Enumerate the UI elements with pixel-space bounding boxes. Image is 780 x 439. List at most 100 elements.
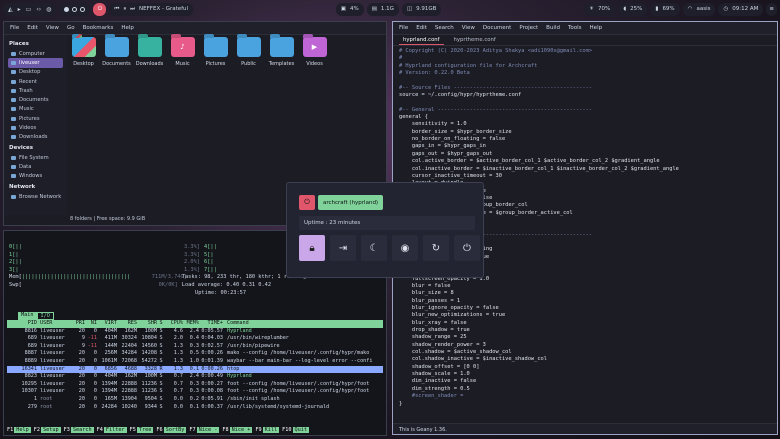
music-player[interactable]: ⏮ ⏸ ⏭ NEFFEX - Grateful xyxy=(109,2,194,16)
fkey-label-filter[interactable]: Filter xyxy=(103,427,127,433)
fkey-label-setup[interactable]: Setup xyxy=(41,427,61,433)
fkey-label-tree[interactable]: Tree xyxy=(136,427,154,433)
menu-item-view[interactable]: View xyxy=(462,25,475,31)
previous-icon[interactable]: ⏮ xyxy=(114,6,119,13)
lock-button[interactable]: 🔒︎ xyxy=(299,235,325,261)
column-header-pid[interactable]: PID xyxy=(7,320,37,328)
column-header-s[interactable]: S xyxy=(157,320,165,328)
fkey-f8[interactable]: F8 xyxy=(222,427,230,433)
browser-icon[interactable]: ◍ xyxy=(46,6,51,13)
sidebar-item-videos[interactable]: Videos xyxy=(8,123,63,132)
column-header-pri[interactable]: PRI xyxy=(71,320,85,328)
workspace-dot[interactable] xyxy=(80,6,86,12)
fkey-f6[interactable]: F6 xyxy=(156,427,164,433)
menu-item-help[interactable]: Help xyxy=(121,25,134,31)
workspace-dot-active[interactable] xyxy=(64,6,70,12)
column-header-user[interactable]: USER xyxy=(37,320,71,328)
clock-widget[interactable]: ◷ 09:12 AM xyxy=(718,2,764,16)
fkey-label-nice[interactable]: Nice + xyxy=(229,427,253,433)
fkey-f10[interactable]: F10 xyxy=(282,427,293,433)
fkey-f5[interactable]: F5 xyxy=(129,427,137,433)
folder-desktop[interactable]: Desktop xyxy=(70,37,97,67)
process-row[interactable]: 10307 liveuser 20 0 1394M 22888 11236 S 0.7 0.3 0:… xyxy=(7,388,383,396)
menu-item-bookmarks[interactable]: Bookmarks xyxy=(83,25,114,31)
sidebar-item-windows[interactable]: Windows xyxy=(8,172,63,181)
sidebar-item-file-system[interactable]: File System xyxy=(8,153,63,162)
suspend-button[interactable]: ☾ xyxy=(361,235,387,261)
code-icon[interactable]: ‹› xyxy=(36,6,41,13)
sidebar-item-documents[interactable]: Documents xyxy=(8,95,63,104)
fkey-label-search[interactable]: Search xyxy=(70,427,94,433)
column-header-shr[interactable]: SHR xyxy=(137,320,157,328)
sidebar-item-music[interactable]: Music xyxy=(8,105,63,114)
menu-item-file[interactable]: File xyxy=(10,25,19,31)
process-row[interactable]: 8887 liveuser 20 0 256M 34284 14208 S 1.3 0.5 0:00… xyxy=(7,350,383,358)
menu-item-document[interactable]: Document xyxy=(483,25,512,31)
volume-widget[interactable]: ◖ 25% xyxy=(618,2,648,16)
sidebar-item-data[interactable]: Data xyxy=(8,162,63,171)
menu-item-project[interactable]: Project xyxy=(519,25,538,31)
next-icon[interactable]: ⏭ xyxy=(130,6,135,13)
folder-pictures[interactable]: Pictures xyxy=(202,37,229,67)
brightness-widget[interactable]: ☀ 70% xyxy=(584,2,616,16)
workspaces[interactable] xyxy=(59,2,91,16)
reboot-button[interactable]: ↻ xyxy=(423,235,449,261)
sidebar-item-downloads[interactable]: Downloads xyxy=(8,133,63,142)
sidebar-item-recent[interactable]: Recent xyxy=(8,77,63,86)
workspace-dot[interactable] xyxy=(72,6,78,12)
folder-downloads[interactable]: Downloads xyxy=(136,37,163,67)
fkey-label-help[interactable]: Help xyxy=(14,427,31,433)
wifi-widget[interactable]: ◠ aasis xyxy=(682,2,716,16)
process-row[interactable]: 16341 liveuser 20 0 6856 4688 3328 R 1.3 0.1 0:00.… xyxy=(7,365,383,374)
process-row[interactable]: 8823 liveuser 20 0 404M 162M 100M S 0.7 2.4 0:00.4… xyxy=(7,373,383,381)
arch-icon[interactable]: ◭ xyxy=(8,6,13,13)
menu-item-view[interactable]: View xyxy=(46,25,59,31)
logout-button[interactable]: ⇥ xyxy=(330,235,356,261)
htop-tabs[interactable]: Main I/O xyxy=(18,312,54,320)
menu-item-file[interactable]: File xyxy=(399,25,408,31)
process-row[interactable]: 8816 liveuser 20 0 404M 162M 100M S 4.6 2.4 0:05.5… xyxy=(7,328,383,336)
fkey-f7[interactable]: F7 xyxy=(189,427,197,433)
process-row[interactable]: 689 liveuser 9 -11 411M 30324 10804 S 2.0 0.4 0:04… xyxy=(7,335,383,343)
sidebar-item-desktop[interactable]: Desktop xyxy=(8,68,63,77)
htop-function-keys[interactable]: F1 Help F2 Setup F3 Search F4 Filter F5 Tree F6 Sor… xyxy=(7,427,312,433)
fkey-f3[interactable]: F3 xyxy=(63,427,71,433)
fkey-f9[interactable]: F9 xyxy=(255,427,263,433)
htop-tab-main[interactable]: Main xyxy=(18,312,37,320)
sidebar-item-computer[interactable]: Computer xyxy=(8,49,63,58)
menu-item-help[interactable]: Help xyxy=(590,25,603,31)
pause-icon[interactable]: ⏸ xyxy=(123,6,126,13)
column-header-virt[interactable]: VIRT xyxy=(97,320,117,328)
fkey-f2[interactable]: F2 xyxy=(33,427,41,433)
column-header-res[interactable]: RES xyxy=(117,320,137,328)
workspace-launcher[interactable]: ◭ ▸ ▭ ‹› ◍ xyxy=(3,2,57,16)
fkey-f4[interactable]: F4 xyxy=(96,427,104,433)
fkey-label-kill[interactable]: Kill xyxy=(262,427,280,433)
sidebar-item-trash[interactable]: Trash xyxy=(8,86,63,95)
menu-item-build[interactable]: Build xyxy=(546,25,560,31)
folder-templates[interactable]: Templates xyxy=(268,37,295,67)
process-table[interactable]: PID USER PRI NI VIRT RES SHR S CPU% MEM% TIME+ Comm… xyxy=(7,320,383,411)
process-row[interactable]: 279 root 20 0 24284 10240 9344 S 0.0 0.1 0:00.37/u… xyxy=(7,404,383,412)
process-row[interactable]: 689 liveuser 9 -11 144M 22404 14560 S 1.3 0.3 0:02… xyxy=(7,343,383,351)
fkey-label-quit[interactable]: Quit xyxy=(292,427,309,433)
sidebar-item-browse-network[interactable]: Browse Network xyxy=(8,192,63,201)
column-header-cpu[interactable]: CPU% xyxy=(165,320,183,328)
menu-item-tools[interactable]: Tools xyxy=(568,25,582,31)
process-row[interactable]: 1 root 20 0 165M 13904 9504 S 0.0 0.2 0:05.91/sbin… xyxy=(7,396,383,404)
menu-item-edit[interactable]: Edit xyxy=(27,25,38,31)
sidebar-item-liveuser[interactable]: liveuser xyxy=(8,58,63,68)
tab-hyprtheme-conf[interactable]: hyprtheme.conf xyxy=(450,37,500,45)
shutdown-button[interactable]: ⏻ xyxy=(454,235,480,261)
process-row[interactable]: 10295 liveuser 20 0 1394M 22888 11236 S 0.7 0.3 0:… xyxy=(7,381,383,389)
column-header-ni[interactable]: NI xyxy=(85,320,97,328)
sidebar-item-pictures[interactable]: Pictures xyxy=(8,114,63,123)
column-header-command[interactable]: Command xyxy=(223,320,383,328)
column-header-mem[interactable]: MEM% xyxy=(183,320,199,328)
notification-icon[interactable]: ≡ xyxy=(766,2,778,16)
hibernate-button[interactable]: ◉ xyxy=(392,235,418,261)
folder-music[interactable]: ♪ Music xyxy=(169,37,196,67)
terminal-icon[interactable]: ▸ xyxy=(18,6,21,13)
folder-public[interactable]: Public xyxy=(235,37,262,67)
process-row[interactable]: 8889 liveuser 20 0 1061M 72068 54272 S 1.3 1.0 0:0… xyxy=(7,358,383,366)
